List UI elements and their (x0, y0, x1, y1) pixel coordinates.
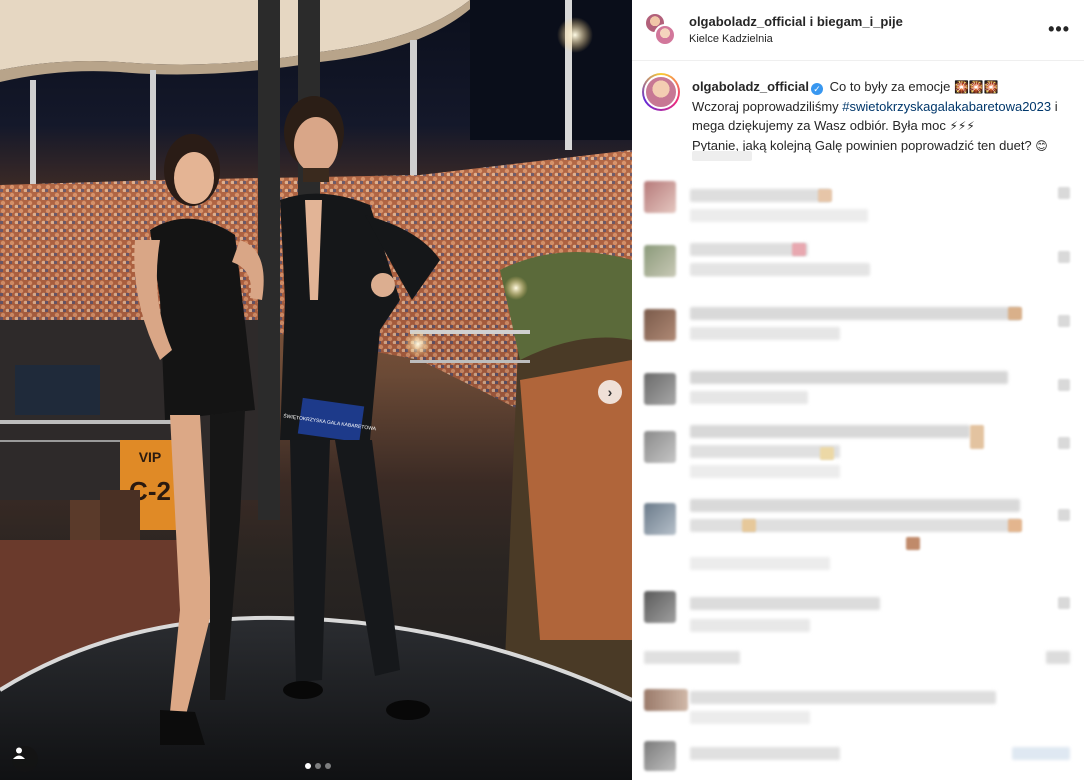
redacted-text (690, 557, 830, 570)
comment-redacted (632, 175, 1084, 237)
comment-redacted (632, 239, 1084, 301)
redacted-text (690, 445, 840, 458)
avatar (644, 181, 676, 213)
redacted-text (690, 711, 810, 724)
chevron-right-icon: › (607, 384, 613, 400)
like-comment-icon[interactable] (1058, 437, 1070, 449)
carousel-indicator (305, 763, 331, 769)
avatar (644, 591, 676, 623)
comment-redacted (632, 741, 1084, 780)
redacted-text (818, 189, 832, 202)
comment-redacted (632, 367, 1084, 429)
comment-redacted (632, 303, 1084, 365)
caption-avatar[interactable] (642, 73, 680, 111)
caption-line-1-emoji: 🎇🎇🎇 (953, 80, 999, 94)
like-comment-icon[interactable] (1058, 597, 1070, 609)
like-comment-icon[interactable] (1058, 187, 1070, 199)
user-tag-button[interactable] (12, 746, 38, 772)
caption-text: olgaboladz_official ✓ Co to były za emocj… (692, 77, 1072, 156)
redacted-text (1008, 519, 1022, 532)
redacted-text (690, 243, 808, 256)
redacted-text (820, 447, 834, 460)
redacted-text (690, 189, 830, 202)
post-side-panel: olgaboladz_official i biegam_i_pije Kiel… (632, 0, 1084, 780)
instagram-post-view: VIP C-2 ŚWIĘTOKRZYSKA GALA KABARETOWA › … (0, 0, 1084, 780)
more-options-button[interactable]: ••• (1048, 20, 1070, 38)
like-comment-icon[interactable] (1058, 315, 1070, 327)
verified-badge-icon: ✓ (811, 83, 824, 95)
redacted-text (690, 747, 840, 760)
redacted-text (690, 307, 1020, 320)
redacted-text (690, 465, 840, 478)
avatar (644, 431, 676, 463)
redacted-text (690, 327, 840, 340)
avatar (644, 741, 676, 771)
redacted-text (792, 243, 806, 256)
redacted-text (690, 519, 1020, 532)
redacted-text (690, 691, 996, 704)
user-tag-icon (13, 747, 25, 759)
comment-redacted (632, 425, 1084, 487)
avatar (654, 24, 676, 46)
caption-timestamp-redacted (692, 151, 752, 161)
carousel-dot (315, 763, 321, 769)
redacted-text (690, 371, 1008, 384)
author-avatars[interactable] (644, 12, 678, 48)
avatar (644, 309, 676, 341)
redacted-text (690, 263, 870, 276)
like-comment-icon[interactable] (1058, 379, 1070, 391)
photo-illustration: VIP C-2 ŚWIĘTOKRZYSKA GALA KABARETOWA (0, 0, 632, 780)
redacted-text (970, 425, 984, 449)
redacted-text (742, 519, 756, 532)
post-authors[interactable]: olgaboladz_official i biegam_i_pije (689, 14, 903, 29)
next-photo-button[interactable]: › (598, 380, 622, 404)
like-comment-icon[interactable] (1058, 509, 1070, 521)
comment-redacted (632, 585, 1084, 647)
post-header: olgaboladz_official i biegam_i_pije Kiel… (632, 0, 1084, 61)
redacted-text (1012, 747, 1070, 760)
redacted-text (690, 209, 868, 222)
redacted-text (1008, 307, 1022, 320)
like-comment-icon[interactable] (1058, 251, 1070, 263)
caption-line-2-pre: Wczoraj poprowadziliśmy (692, 99, 843, 114)
redacted-text (690, 597, 880, 610)
hashtag-link[interactable]: #swietokrzyskagalakabaretowa2023 (842, 99, 1051, 114)
avatar (644, 245, 676, 277)
comment-redacted (632, 685, 1084, 747)
caption-line-1: Co to były za emocje (829, 79, 951, 94)
redacted-text (906, 537, 920, 550)
redacted-text (644, 651, 740, 664)
avatar (644, 689, 688, 711)
carousel-dot (305, 763, 311, 769)
redacted-text (690, 391, 808, 404)
caption-username[interactable]: olgaboladz_official (692, 79, 809, 94)
redacted-text (690, 425, 970, 438)
redacted-text (690, 499, 1020, 512)
vip-sign-label: VIP (139, 449, 162, 465)
caption-line-3-emoji: 😊 (1035, 139, 1048, 153)
redacted-text (690, 619, 810, 632)
caption-line-2-emoji: ⚡⚡⚡ (949, 119, 975, 133)
comment-redacted (632, 497, 1084, 570)
carousel-dot (325, 763, 331, 769)
avatar (644, 373, 676, 405)
post-location[interactable]: Kielce Kadzielnia (689, 33, 773, 45)
avatar (644, 503, 676, 535)
redacted-text (1046, 651, 1070, 664)
post-photo[interactable]: VIP C-2 ŚWIĘTOKRZYSKA GALA KABARETOWA › (0, 0, 632, 780)
